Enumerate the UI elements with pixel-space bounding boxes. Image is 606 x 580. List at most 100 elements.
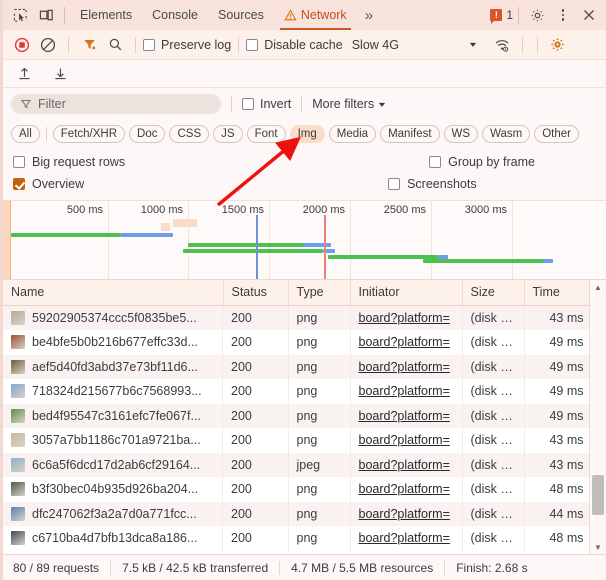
- record-stop-icon[interactable]: [9, 32, 35, 58]
- filter-pill-ws[interactable]: WS: [443, 125, 479, 143]
- gear-icon-orange[interactable]: [545, 32, 571, 58]
- filter-pill-img[interactable]: Img: [289, 125, 325, 143]
- table-row[interactable]: dfc247062f3a2a7d0a771fcc... 200 png board?p…: [3, 501, 593, 526]
- inspect-element-icon[interactable]: [7, 2, 33, 28]
- cell-name[interactable]: b3f30bec04b935d926ba204...: [3, 477, 223, 502]
- initiator-link[interactable]: board?platform=: [359, 458, 450, 472]
- column-header-type[interactable]: Type: [288, 280, 351, 306]
- filter-pill-all[interactable]: All: [11, 125, 40, 143]
- scroll-down-arrow[interactable]: ▼: [590, 540, 606, 554]
- table-row[interactable]: c6710ba4d7bfb13dca8a186... 200 png board?pl…: [3, 526, 593, 551]
- initiator-link[interactable]: board?platform=: [359, 409, 450, 423]
- overview-checkbox[interactable]: Overview: [13, 177, 84, 191]
- column-header-time[interactable]: Time: [524, 280, 593, 306]
- filter-pill-other[interactable]: Other: [534, 125, 579, 143]
- filter-pill-font[interactable]: Font: [246, 125, 286, 143]
- device-toolbar-icon[interactable]: [33, 2, 59, 28]
- initiator-link[interactable]: board?platform=: [359, 384, 450, 398]
- cell-initiator[interactable]: board?platform=: [350, 330, 463, 355]
- kebab-menu-icon[interactable]: [550, 2, 576, 28]
- tab-sources[interactable]: Sources: [208, 0, 274, 30]
- requests-table-container[interactable]: Name Status Type Initiator Size Time 592…: [3, 280, 606, 554]
- initiator-link[interactable]: board?platform=: [359, 360, 450, 374]
- overview-ruler: 500 ms 1000 ms 1500 ms 2000 ms 2500 ms 3…: [3, 201, 606, 279]
- cell-name[interactable]: dfc247062f3a2a7d0a771fcc...: [3, 501, 223, 526]
- initiator-link[interactable]: board?platform=: [359, 531, 450, 545]
- table-row[interactable]: 3057a7bb1186c701a9721ba... 200 png board?pl…: [3, 428, 593, 453]
- initiator-link[interactable]: board?platform=: [359, 507, 450, 521]
- column-header-status[interactable]: Status: [223, 280, 289, 306]
- cell-initiator[interactable]: board?platform=: [350, 403, 463, 428]
- throttling-select[interactable]: Slow 4G: [352, 38, 399, 52]
- clear-network-log-icon[interactable]: [35, 32, 61, 58]
- column-header-name[interactable]: Name: [3, 280, 224, 306]
- table-row[interactable]: 59202905374ccc5f0835be5... 200 png board?pl…: [3, 305, 593, 330]
- filter-pill-fetch-xhr[interactable]: Fetch/XHR: [52, 125, 126, 143]
- image-thumbnail-icon: [11, 384, 25, 399]
- big-request-rows-checkbox[interactable]: Big request rows: [13, 155, 125, 169]
- wifi-settings-icon[interactable]: [489, 32, 515, 58]
- column-header-initiator[interactable]: Initiator: [350, 280, 463, 306]
- table-row[interactable]: 718324d215677b6c7568993... 200 png board?pl…: [3, 379, 593, 404]
- cell-time: 49 ms: [524, 379, 593, 404]
- filter-pill-doc[interactable]: Doc: [129, 125, 166, 143]
- network-overview-timeline[interactable]: 500 ms 1000 ms 1500 ms 2000 ms 2500 ms 3…: [3, 200, 606, 280]
- cell-name[interactable]: 3057a7bb1186c701a9721ba...: [3, 428, 223, 453]
- scrollbar-thumb[interactable]: [592, 475, 604, 515]
- vertical-scrollbar[interactable]: ▲ ▼: [589, 280, 606, 554]
- table-row[interactable]: aef5d40fd3abd37e73bf11d6... 200 png board?p…: [3, 354, 593, 379]
- column-header-size[interactable]: Size: [462, 280, 525, 306]
- scroll-up-arrow[interactable]: ▲: [590, 280, 606, 294]
- error-count-badge[interactable]: ! 1: [490, 8, 513, 24]
- cell-name[interactable]: 6c6a5f6dcd17d2ab6cf29164...: [3, 452, 223, 477]
- initiator-link[interactable]: board?platform=: [359, 335, 450, 349]
- cell-initiator[interactable]: board?platform=: [350, 452, 463, 477]
- chevron-down-icon[interactable]: ▾: [470, 40, 476, 49]
- group-by-frame-checkbox[interactable]: Group by frame: [429, 155, 535, 169]
- overview-bar: [303, 243, 331, 247]
- cell-initiator[interactable]: board?platform=: [350, 477, 463, 502]
- overview-bar: [188, 243, 308, 247]
- initiator-link[interactable]: board?platform=: [359, 433, 450, 447]
- gear-icon[interactable]: [524, 2, 550, 28]
- cell-name[interactable]: aef5d40fd3abd37e73bf11d6...: [3, 354, 223, 379]
- screenshots-checkbox[interactable]: Screenshots: [388, 177, 477, 191]
- disable-cache-checkbox[interactable]: Disable cache: [246, 38, 343, 52]
- table-row[interactable]: be4bfe5b0b216b677effc33d... 200 png board?p…: [3, 330, 593, 355]
- filter-input[interactable]: Filter: [11, 94, 221, 114]
- search-icon[interactable]: [102, 32, 128, 58]
- cell-name[interactable]: c6710ba4d7bfb13dca8a186...: [3, 526, 223, 551]
- filter-pill-media[interactable]: Media: [328, 125, 377, 143]
- cell-initiator[interactable]: board?platform=: [350, 526, 463, 551]
- initiator-link[interactable]: board?platform=: [359, 482, 450, 496]
- filter-pill-css[interactable]: CSS: [169, 125, 210, 143]
- filter-pill-wasm[interactable]: Wasm: [482, 125, 531, 143]
- tab-elements[interactable]: Elements: [70, 0, 142, 30]
- cell-initiator[interactable]: board?platform=: [350, 501, 463, 526]
- close-icon[interactable]: [576, 2, 602, 28]
- more-tabs-button[interactable]: »: [357, 7, 379, 24]
- tab-network[interactable]: Network: [274, 0, 357, 30]
- cell-initiator[interactable]: board?platform=: [350, 379, 463, 404]
- filter-funnel-icon[interactable]: [76, 32, 102, 58]
- checkbox-box: [429, 156, 442, 168]
- table-row[interactable]: 6c6a5f6dcd17d2ab6cf29164... 200 jpeg board?…: [3, 452, 593, 477]
- table-row[interactable]: bed4f95547c3161efc7fe067f... 200 png board?…: [3, 403, 593, 428]
- tab-console[interactable]: Console: [142, 0, 208, 30]
- cell-name[interactable]: 59202905374ccc5f0835be5...: [3, 305, 223, 330]
- more-filters-dropdown[interactable]: More filters ▾: [312, 97, 385, 111]
- invert-checkbox[interactable]: Invert: [242, 97, 291, 111]
- table-row[interactable]: b3f30bec04b935d926ba204... 200 png board?pl…: [3, 477, 593, 502]
- filter-pill-js[interactable]: JS: [213, 125, 243, 143]
- filter-pill-manifest[interactable]: Manifest: [380, 125, 440, 143]
- cell-initiator[interactable]: board?platform=: [350, 305, 463, 330]
- cell-name[interactable]: bed4f95547c3161efc7fe067f...: [3, 403, 223, 428]
- export-har-upload-icon[interactable]: [11, 61, 37, 87]
- initiator-link[interactable]: board?platform=: [359, 311, 450, 325]
- cell-initiator[interactable]: board?platform=: [350, 428, 463, 453]
- preserve-log-checkbox[interactable]: Preserve log: [143, 38, 231, 52]
- cell-initiator[interactable]: board?platform=: [350, 354, 463, 379]
- import-har-download-icon[interactable]: [47, 61, 73, 87]
- cell-name[interactable]: be4bfe5b0b216b677effc33d...: [3, 330, 223, 355]
- cell-name[interactable]: 718324d215677b6c7568993...: [3, 379, 223, 404]
